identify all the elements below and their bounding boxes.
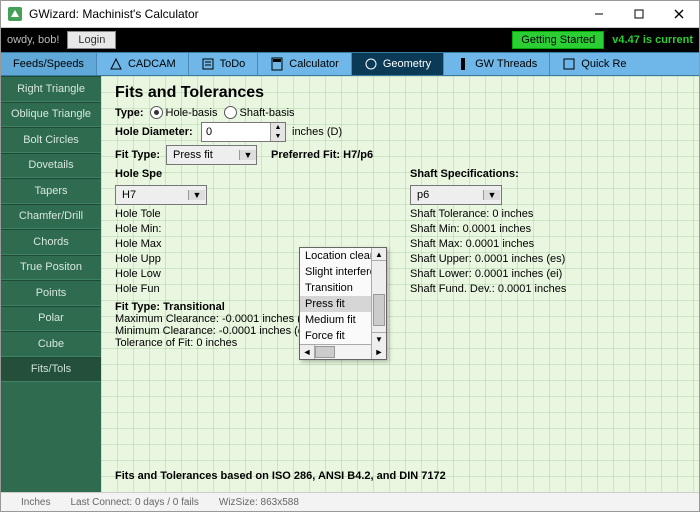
hole-lower-line: Hole Low bbox=[115, 268, 270, 280]
todo-icon bbox=[201, 57, 215, 71]
tab-bar: Feeds/Speeds CADCAM ToDo Calculator Geom… bbox=[1, 52, 699, 76]
status-bar: Inches Last Connect: 0 days / 0 fails Wi… bbox=[1, 492, 699, 511]
cadcam-icon bbox=[109, 57, 123, 71]
shaft-tolerance-line: Shaft Tolerance: 0 inches bbox=[410, 208, 566, 220]
app-window: GWizard: Machinist's Calculator owdy, bo… bbox=[0, 0, 700, 512]
calculator-icon bbox=[270, 57, 284, 71]
main-panel: Fits and Tolerances Type: Hole-basis Sha… bbox=[101, 76, 699, 492]
hole-diameter-spinner[interactable]: ▲▼ bbox=[270, 123, 285, 141]
page-title: Fits and Tolerances bbox=[115, 84, 685, 102]
greeting-text: owdy, bob! bbox=[7, 34, 59, 46]
sidebar-item-oblique-triangle[interactable]: Oblique Triangle bbox=[1, 102, 101, 128]
tab-quick-ref[interactable]: Quick Re bbox=[550, 53, 638, 75]
getting-started-button[interactable]: Getting Started bbox=[512, 31, 604, 49]
geometry-icon bbox=[364, 57, 378, 71]
tab-feeds-speeds[interactable]: Feeds/Speeds bbox=[1, 53, 97, 75]
hole-diameter-unit: inches (D) bbox=[292, 126, 342, 138]
dropdown-vertical-scrollbar[interactable]: ▲ ▼ bbox=[371, 248, 386, 345]
hole-fund-line: Hole Fun bbox=[115, 283, 270, 295]
window-close-button[interactable] bbox=[659, 1, 699, 27]
hole-upper-line: Hole Upp bbox=[115, 253, 270, 265]
window-title: GWizard: Machinist's Calculator bbox=[29, 7, 199, 21]
login-button[interactable]: Login bbox=[67, 31, 116, 49]
hole-min-line: Hole Min: bbox=[115, 223, 270, 235]
sidebar-item-dovetails[interactable]: Dovetails bbox=[1, 153, 101, 179]
fit-type-dropdown[interactable]: ▲ ▼ Location clearan Slight interferenc … bbox=[299, 247, 387, 360]
standards-footer: Fits and Tolerances based on ISO 286, AN… bbox=[115, 470, 446, 482]
shaft-spec-header: Shaft Specifications: bbox=[410, 168, 566, 180]
chevron-down-icon: ▼ bbox=[483, 190, 500, 200]
tab-geometry[interactable]: Geometry bbox=[352, 53, 444, 75]
threads-icon bbox=[456, 57, 470, 71]
max-clearance-line: Maximum Clearance: -0.0001 inches (cmax) bbox=[115, 313, 685, 325]
status-wizsize: WizSize: 863x588 bbox=[219, 497, 299, 508]
sidebar-item-chamfer-drill[interactable]: Chamfer/Drill bbox=[1, 204, 101, 230]
hole-max-line: Hole Max bbox=[115, 238, 270, 250]
sidebar: Right Triangle Oblique Triangle Bolt Cir… bbox=[1, 76, 101, 492]
tolerance-of-fit-line: Tolerance of Fit: 0 inches bbox=[115, 337, 685, 349]
scroll-left-icon[interactable]: ◄ bbox=[300, 345, 315, 359]
sidebar-item-bolt-circles[interactable]: Bolt Circles bbox=[1, 127, 101, 153]
min-clearance-line: Minimum Clearance: -0.0001 inches (cmin) bbox=[115, 325, 685, 337]
sidebar-item-cube[interactable]: Cube bbox=[1, 331, 101, 357]
scroll-up-icon[interactable]: ▲ bbox=[372, 248, 386, 261]
window-maximize-button[interactable] bbox=[619, 1, 659, 27]
shaft-upper-line: Shaft Upper: 0.0001 inches (es) bbox=[410, 253, 566, 265]
hole-tolerance-line: Hole Tole bbox=[115, 208, 270, 220]
body: Right Triangle Oblique Triangle Bolt Cir… bbox=[1, 76, 699, 492]
titlebar: GWizard: Machinist's Calculator bbox=[1, 1, 699, 28]
chevron-down-icon: ▼ bbox=[239, 150, 256, 160]
scroll-right-icon[interactable]: ► bbox=[371, 345, 386, 359]
tab-threads[interactable]: GW Threads bbox=[444, 53, 550, 75]
fit-type-label: Fit Type: bbox=[115, 149, 160, 161]
status-units: Inches bbox=[21, 497, 50, 508]
type-label: Type: bbox=[115, 107, 144, 119]
preferred-fit-label: Preferred Fit: H7/p6 bbox=[271, 149, 373, 161]
radio-shaft-basis[interactable]: Shaft-basis bbox=[224, 106, 295, 119]
hole-grade-combo[interactable]: H7 ▼ bbox=[115, 185, 207, 205]
tab-todo[interactable]: ToDo bbox=[189, 53, 259, 75]
chevron-down-icon: ▼ bbox=[188, 190, 205, 200]
sidebar-item-true-position[interactable]: True Positon bbox=[1, 255, 101, 281]
hole-diameter-label: Hole Diameter: bbox=[115, 126, 195, 138]
app-icon bbox=[7, 6, 23, 22]
fit-type-combo[interactable]: Press fit ▼ bbox=[166, 145, 257, 165]
quickref-icon bbox=[562, 57, 576, 71]
hole-spec-header: Hole Spe bbox=[115, 168, 270, 180]
shaft-max-line: Shaft Max: 0.0001 inches bbox=[410, 238, 566, 250]
hole-diameter-input[interactable]: ▲▼ bbox=[201, 122, 286, 142]
shaft-min-line: Shaft Min: 0.0001 inches bbox=[410, 223, 566, 235]
scroll-thumb[interactable] bbox=[373, 294, 385, 326]
radio-hole-basis[interactable]: Hole-basis bbox=[150, 106, 218, 119]
sidebar-item-tapers[interactable]: Tapers bbox=[1, 178, 101, 204]
scroll-down-icon[interactable]: ▼ bbox=[372, 332, 386, 345]
shaft-fund-line: Shaft Fund. Dev.: 0.0001 inches bbox=[410, 283, 566, 295]
dropdown-horizontal-scrollbar[interactable]: ◄ ► bbox=[300, 344, 386, 359]
tab-calculator[interactable]: Calculator bbox=[258, 53, 352, 75]
status-connection: Last Connect: 0 days / 0 fails bbox=[70, 497, 198, 508]
user-bar: owdy, bob! Login Getting Started v4.47 i… bbox=[1, 28, 699, 52]
shaft-lower-line: Shaft Lower: 0.0001 inches (ei) bbox=[410, 268, 566, 280]
sidebar-item-right-triangle[interactable]: Right Triangle bbox=[1, 76, 101, 102]
sidebar-item-polar[interactable]: Polar bbox=[1, 306, 101, 332]
shaft-grade-combo[interactable]: p6 ▼ bbox=[410, 185, 502, 205]
sidebar-item-points[interactable]: Points bbox=[1, 280, 101, 306]
sidebar-item-chords[interactable]: Chords bbox=[1, 229, 101, 255]
scroll-thumb[interactable] bbox=[315, 346, 335, 358]
sidebar-item-fits-tols[interactable]: Fits/Tols bbox=[1, 357, 101, 383]
window-minimize-button[interactable] bbox=[579, 1, 619, 27]
fit-type-transitional: Fit Type: Transitional bbox=[115, 301, 685, 313]
version-label: v4.47 is current bbox=[612, 34, 693, 46]
tab-cadcam[interactable]: CADCAM bbox=[97, 53, 189, 75]
